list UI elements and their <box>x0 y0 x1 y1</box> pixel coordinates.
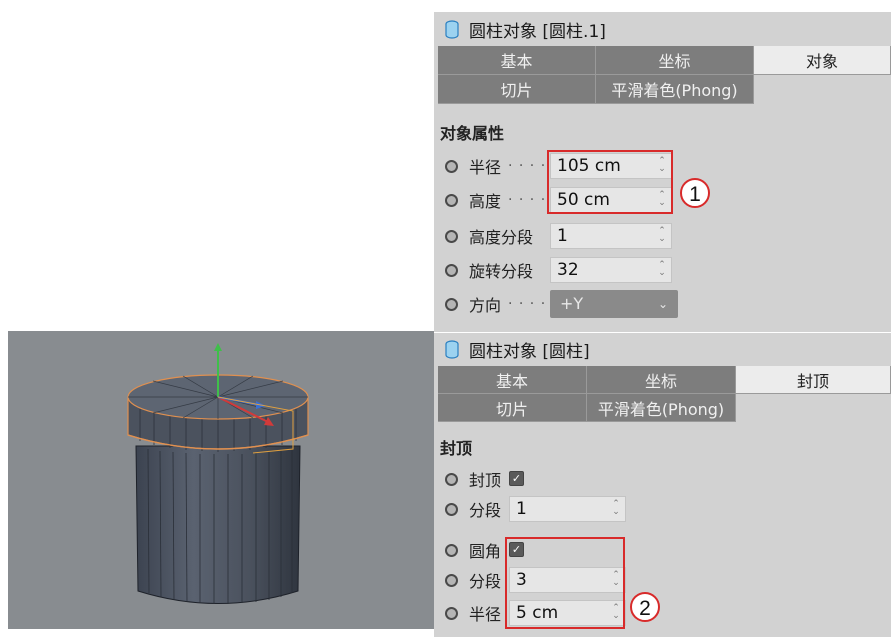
leader-dots: . . . . <box>508 154 547 170</box>
tab-slice[interactable]: 切片 <box>438 394 587 422</box>
param-row-rotation-segments: 旋转分段 32 ⌃ ⌄ <box>434 256 891 284</box>
cylinder-render <box>127 343 309 604</box>
param-label: 旋转分段 <box>469 262 534 281</box>
rotation-segments-value: 32 <box>557 260 579 280</box>
param-row-orientation: 方向 . . . . +Y ⌄ <box>434 290 891 318</box>
radio-circle-icon[interactable] <box>445 264 458 277</box>
param-row-fillet-radius: 半径 5 cm ⌃ ⌄ <box>434 599 891 627</box>
height-segments-value: 1 <box>557 226 568 246</box>
orientation-dropdown[interactable]: +Y ⌄ <box>550 290 678 318</box>
cylinder-icon <box>445 339 459 359</box>
rotation-segments-input[interactable]: 32 ⌃ ⌄ <box>550 257 672 283</box>
param-row-fillet: 圆角 ✓ <box>434 536 891 564</box>
tab-coordinates[interactable]: 坐标 <box>596 46 754 75</box>
param-label: 高度 <box>469 192 502 211</box>
radio-circle-icon[interactable] <box>445 473 458 486</box>
param-row-caps: 封顶 ✓ <box>434 465 891 493</box>
tab-caps[interactable]: 封顶 <box>736 366 891 394</box>
highlight-box-1 <box>547 150 673 214</box>
panel-title: 圆柱对象 [圆柱.1] <box>469 21 606 42</box>
tab-basic[interactable]: 基本 <box>438 46 596 75</box>
leader-dots: . . . . <box>508 292 547 308</box>
radio-circle-icon[interactable] <box>445 607 458 620</box>
leader-dots: . . . . <box>508 188 547 204</box>
radio-circle-icon[interactable] <box>445 574 458 587</box>
panel-title: 圆柱对象 [圆柱] <box>469 341 590 362</box>
section-heading: 对象属性 <box>440 124 505 143</box>
spinner-arrows-icon[interactable]: ⌃ ⌄ <box>658 261 666 279</box>
tab-object[interactable]: 对象 <box>754 46 891 75</box>
cap-segments-input[interactable]: 1 ⌃ ⌄ <box>509 496 626 522</box>
param-label: 半径 <box>469 158 502 177</box>
tab-phong[interactable]: 平滑着色(Phong) <box>596 75 754 104</box>
radio-circle-icon[interactable] <box>445 160 458 173</box>
spinner-arrows-icon[interactable]: ⌃ ⌄ <box>612 500 620 518</box>
panel-title-bar: 圆柱对象 [圆柱] <box>434 333 891 365</box>
param-label: 方向 <box>469 296 502 315</box>
panel-title-bar: 圆柱对象 [圆柱.1] <box>434 12 891 46</box>
3d-viewport[interactable] <box>8 331 434 629</box>
highlight-box-2 <box>505 537 625 629</box>
param-row-height-segments: 高度分段 1 ⌃ ⌄ <box>434 222 891 250</box>
param-label: 高度分段 <box>469 228 534 247</box>
spinner-arrows-icon[interactable]: ⌃ ⌄ <box>658 227 666 245</box>
radio-circle-icon[interactable] <box>445 503 458 516</box>
section-heading: 封顶 <box>440 439 473 458</box>
chevron-down-icon: ⌄ <box>657 297 668 311</box>
param-label: 分段 <box>469 572 502 591</box>
param-label: 圆角 <box>469 542 502 561</box>
param-label: 分段 <box>469 501 502 520</box>
cap-segments-value: 1 <box>516 499 527 519</box>
callout-number-1: 1 <box>680 178 710 208</box>
tab-phong[interactable]: 平滑着色(Phong) <box>587 394 736 422</box>
param-row-fillet-segments: 分段 3 ⌃ ⌄ <box>434 566 891 594</box>
checkmark-icon[interactable]: ✓ <box>509 471 524 486</box>
param-label: 封顶 <box>469 471 502 490</box>
height-segments-input[interactable]: 1 ⌃ ⌄ <box>550 223 672 249</box>
callout-number-2: 2 <box>630 592 660 622</box>
tab-slice[interactable]: 切片 <box>438 75 596 104</box>
radio-circle-icon[interactable] <box>445 230 458 243</box>
orientation-value: +Y <box>560 294 584 313</box>
param-label: 半径 <box>469 605 502 624</box>
param-row-cap-segments: 分段 1 ⌃ ⌄ <box>434 495 891 523</box>
tab-basic[interactable]: 基本 <box>438 366 587 394</box>
attribute-panel-bottom: 圆柱对象 [圆柱] 基本 坐标 封顶 切片 平滑着色(Phong) 封顶 封顶 … <box>434 333 891 637</box>
radio-circle-icon[interactable] <box>445 298 458 311</box>
tab-coordinates[interactable]: 坐标 <box>587 366 736 394</box>
radio-circle-icon[interactable] <box>445 194 458 207</box>
radio-circle-icon[interactable] <box>445 544 458 557</box>
cylinder-icon <box>445 19 459 39</box>
